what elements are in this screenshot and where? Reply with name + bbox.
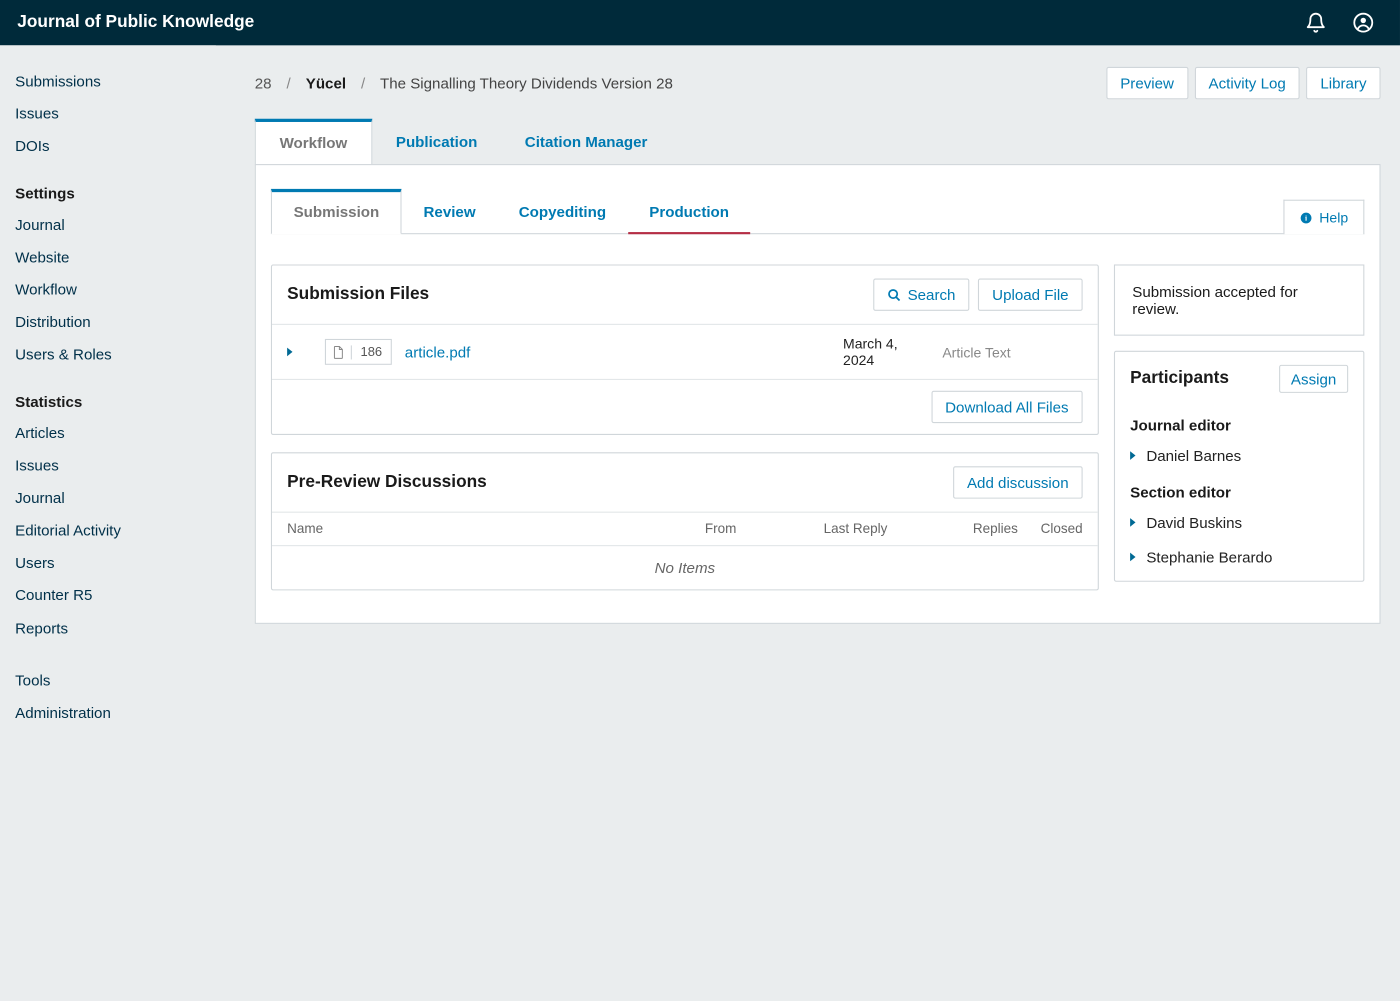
col-closed: Closed (1018, 521, 1083, 536)
col-last-reply: Last Reply (824, 521, 943, 536)
app-header: Journal of Public Knowledge (0, 0, 1400, 45)
activity-log-button[interactable]: Activity Log (1194, 67, 1299, 99)
tab-publication[interactable]: Publication (372, 119, 501, 165)
sidebar-item-administration[interactable]: Administration (15, 696, 216, 729)
discussions-panel: Pre-Review Discussions Add discussion Na… (271, 452, 1099, 590)
discussions-title: Pre-Review Discussions (287, 473, 944, 492)
role-section-editor: Section editor (1115, 473, 1363, 505)
file-kind: Article Text (942, 344, 1082, 360)
participants-panel: Participants Assign Journal editor Danie… (1114, 351, 1364, 582)
status-box: Submission accepted for review. (1114, 264, 1364, 335)
sidebar-item-distribution[interactable]: Distribution (15, 306, 216, 339)
participant-row: Daniel Barnes (1115, 438, 1363, 473)
main-area: 28 / Yücel / The Signalling Theory Divid… (216, 45, 1400, 1000)
help-label: Help (1319, 209, 1348, 225)
col-replies: Replies (942, 521, 1018, 536)
sidebar-item-editorial-activity[interactable]: Editorial Activity (15, 514, 216, 547)
expand-caret-icon[interactable] (1130, 553, 1135, 562)
sidebar-header-statistics: Statistics (15, 386, 216, 416)
sidebar-item-website[interactable]: Website (15, 240, 216, 273)
sidebar-header-settings: Settings (15, 178, 216, 208)
col-from: From (705, 521, 824, 536)
assign-button[interactable]: Assign (1279, 365, 1348, 393)
participants-title: Participants (1130, 369, 1229, 388)
tab-copyediting[interactable]: Copyediting (497, 190, 627, 233)
svg-text:i: i (1305, 213, 1307, 222)
sidebar-item-users[interactable]: Users (15, 546, 216, 579)
sidebar-item-stat-journal[interactable]: Journal (15, 481, 216, 514)
workflow-tabs: Submission Review Copyediting Production… (271, 189, 1364, 234)
info-circle-icon: i (1300, 211, 1313, 224)
upload-file-button[interactable]: Upload File (978, 278, 1083, 310)
journal-title[interactable]: Journal of Public Knowledge (17, 13, 254, 32)
sidebar-item-issues[interactable]: Issues (15, 97, 216, 130)
submission-files-title: Submission Files (287, 285, 864, 304)
library-button[interactable]: Library (1306, 67, 1380, 99)
workspace: Submission Review Copyediting Production… (255, 164, 1381, 624)
breadcrumb: 28 / Yücel / The Signalling Theory Divid… (255, 74, 1106, 91)
bell-icon[interactable] (1296, 3, 1335, 42)
download-all-button[interactable]: Download All Files (931, 391, 1083, 423)
breadcrumb-title: The Signalling Theory Dividends Version … (380, 74, 673, 91)
breadcrumb-id[interactable]: 28 (255, 74, 272, 91)
tab-production[interactable]: Production (628, 190, 751, 233)
sidebar-item-users-roles[interactable]: Users & Roles (15, 338, 216, 371)
tab-workflow[interactable]: Workflow (255, 119, 372, 165)
participant-name[interactable]: Stephanie Berardo (1146, 548, 1272, 565)
help-button[interactable]: i Help (1284, 200, 1365, 235)
sidebar-item-dois[interactable]: DOIs (15, 130, 216, 163)
tab-review[interactable]: Review (402, 190, 497, 233)
search-label: Search (908, 286, 956, 303)
discussions-empty: No Items (272, 546, 1098, 589)
user-circle-icon[interactable] (1344, 3, 1383, 42)
outer-tabs: Workflow Publication Citation Manager (255, 119, 1381, 165)
participant-name[interactable]: Daniel Barnes (1146, 447, 1241, 464)
participant-name[interactable]: David Buskins (1146, 514, 1242, 531)
search-icon (887, 288, 901, 302)
file-row: 186 article.pdf March 4, 2024 Article Te… (272, 325, 1098, 380)
discussions-columns: Name From Last Reply Replies Closed (272, 512, 1098, 547)
participant-row: Stephanie Berardo (1115, 540, 1363, 581)
preview-button[interactable]: Preview (1106, 67, 1188, 99)
file-date: March 4, 2024 (843, 336, 929, 368)
sidebar-item-reports[interactable]: Reports (15, 612, 216, 645)
sidebar-item-stat-issues[interactable]: Issues (15, 449, 216, 482)
sidebar-item-counter-r5[interactable]: Counter R5 (15, 579, 216, 612)
breadcrumb-author[interactable]: Yücel (306, 74, 346, 91)
file-name-link[interactable]: article.pdf (405, 343, 830, 360)
add-discussion-button[interactable]: Add discussion (953, 466, 1083, 498)
submission-files-panel: Submission Files Search Upload File (271, 264, 1099, 435)
col-name: Name (287, 521, 705, 536)
sidebar-item-articles[interactable]: Articles (15, 416, 216, 449)
role-journal-editor: Journal editor (1115, 406, 1363, 438)
search-files-button[interactable]: Search (873, 278, 969, 310)
file-icon (326, 345, 352, 359)
sidebar-item-journal[interactable]: Journal (15, 208, 216, 241)
sidebar: Submissions Issues DOIs Settings Journal… (0, 45, 216, 1000)
participant-row: David Buskins (1115, 505, 1363, 540)
expand-caret-icon[interactable] (1130, 451, 1135, 460)
sidebar-item-workflow[interactable]: Workflow (15, 273, 216, 306)
sidebar-item-submissions[interactable]: Submissions (15, 65, 216, 98)
tab-submission[interactable]: Submission (271, 189, 402, 234)
sidebar-item-tools[interactable]: Tools (15, 664, 216, 697)
expand-caret-icon[interactable] (1130, 518, 1135, 527)
file-id: 186 (352, 344, 391, 359)
tab-citation-manager[interactable]: Citation Manager (501, 119, 671, 165)
file-badge: 186 (325, 339, 392, 365)
expand-caret-icon[interactable] (287, 348, 292, 357)
